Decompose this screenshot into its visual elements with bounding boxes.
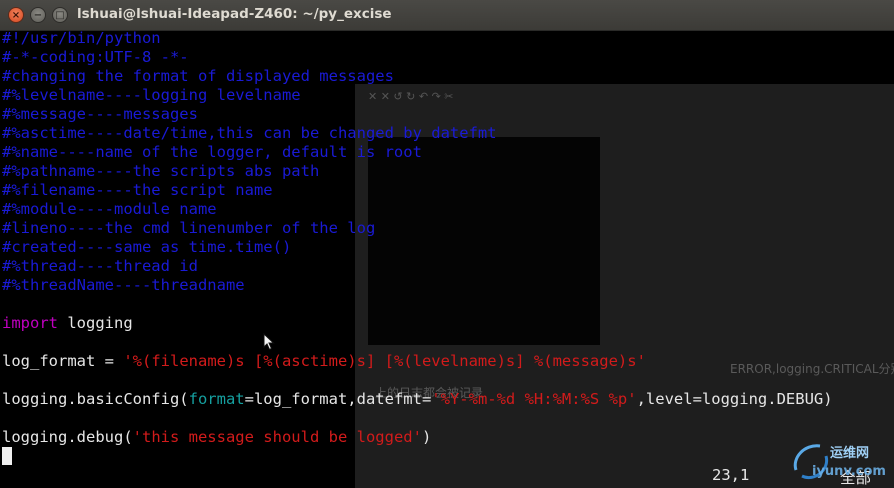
code-token: ) bbox=[421, 428, 432, 446]
mouse-pointer-icon bbox=[263, 333, 275, 351]
title-bar: × − □ lshuai@lshuai-Ideapad-Z460: ~/py_e… bbox=[0, 0, 894, 31]
maximize-button[interactable]: □ bbox=[52, 7, 68, 23]
window-title: lshuai@lshuai-Ideapad-Z460: ~/py_excise bbox=[77, 6, 392, 22]
code-token: format bbox=[188, 390, 245, 408]
code-token: ,level=logging.DEBUG) bbox=[636, 390, 833, 408]
code-token: #%message----messages bbox=[2, 105, 198, 123]
code-line: #changing the format of displayed messag… bbox=[2, 67, 833, 86]
code-token: '%Y-%m-%d %H:%M:%S %p' bbox=[431, 390, 637, 408]
watermark-text-bottom: iyunv.com bbox=[812, 464, 886, 479]
code-line: #%thread----thread id bbox=[2, 257, 833, 276]
code-line: #%asctime----date/time,this can be chang… bbox=[2, 124, 833, 143]
code-token: #lineno----the cmd linenumber of the log bbox=[2, 219, 376, 237]
minimize-button[interactable]: − bbox=[30, 7, 46, 23]
code-line: #%pathname----the scripts abs path bbox=[2, 162, 833, 181]
code-token: #%thread----thread id bbox=[2, 257, 198, 275]
close-button[interactable]: × bbox=[8, 7, 24, 23]
code-line-cursor bbox=[2, 447, 833, 466]
code-token: '%(filename)s [%(asctime)s] [%(levelname… bbox=[123, 352, 646, 370]
code-token: #-*-coding:UTF-8 -*- bbox=[2, 48, 189, 66]
code-token: import bbox=[2, 314, 58, 332]
code-line: #%module----module name bbox=[2, 200, 833, 219]
code-token: #changing the format of displayed messag… bbox=[2, 67, 394, 85]
cursor-position-ruler: 23,1 bbox=[712, 466, 750, 484]
code-line: #!/usr/bin/python bbox=[2, 29, 833, 48]
code-line: #lineno----the cmd linenumber of the log bbox=[2, 219, 833, 238]
watermark-logo: 运维网 iyunv.com bbox=[790, 440, 890, 484]
code-token: #%asctime----date/time,this can be chang… bbox=[2, 124, 497, 142]
code-line: #%name----name of the logger, default is… bbox=[2, 143, 833, 162]
code-token: 'this message should be logged' bbox=[132, 428, 422, 446]
code-token: log_format = bbox=[2, 352, 124, 370]
code-line: #%threadName----threadname bbox=[2, 276, 833, 295]
code-token: #!/usr/bin/python bbox=[2, 29, 161, 47]
code-token: #%threadName----threadname bbox=[2, 276, 245, 294]
code-token: #%levelname----logging levelname bbox=[2, 86, 301, 104]
terminal-window: ✕ ✕ ↺ ↻ ↶ ↷ ✂ ERROR,logging.CRITICAL分别 上… bbox=[0, 0, 894, 488]
code-token: logging.basicConfig( bbox=[2, 390, 189, 408]
code-line: import logging bbox=[2, 314, 833, 333]
code-token: logging bbox=[58, 314, 133, 332]
code-line: #%message----messages bbox=[2, 105, 833, 124]
code-token: logging.debug( bbox=[2, 428, 133, 446]
watermark-text-top: 运维网 bbox=[830, 446, 870, 461]
code-token: #%filename----the script name bbox=[2, 181, 273, 199]
text-cursor bbox=[2, 447, 12, 465]
code-token: =log_format,datefmt= bbox=[244, 390, 432, 408]
code-line: log_format = '%(filename)s [%(asctime)s]… bbox=[2, 352, 833, 371]
code-token: #%pathname----the scripts abs path bbox=[2, 162, 320, 180]
vim-editor-buffer[interactable]: #!/usr/bin/python #-*-coding:UTF-8 -*- #ch… bbox=[2, 29, 833, 466]
code-line: #%levelname----logging levelname bbox=[2, 86, 833, 105]
code-line: #-*-coding:UTF-8 -*- bbox=[2, 48, 833, 67]
code-token: #%module----module name bbox=[2, 200, 217, 218]
code-line: logging.debug('this message should be lo… bbox=[2, 428, 833, 447]
code-line: #%filename----the script name bbox=[2, 181, 833, 200]
code-token: #%name----name of the logger, default is… bbox=[2, 143, 422, 161]
code-line: #created----same as time.time() bbox=[2, 238, 833, 257]
code-line: logging.basicConfig(format=log_format,da… bbox=[2, 390, 833, 409]
code-token: #created----same as time.time() bbox=[2, 238, 292, 256]
